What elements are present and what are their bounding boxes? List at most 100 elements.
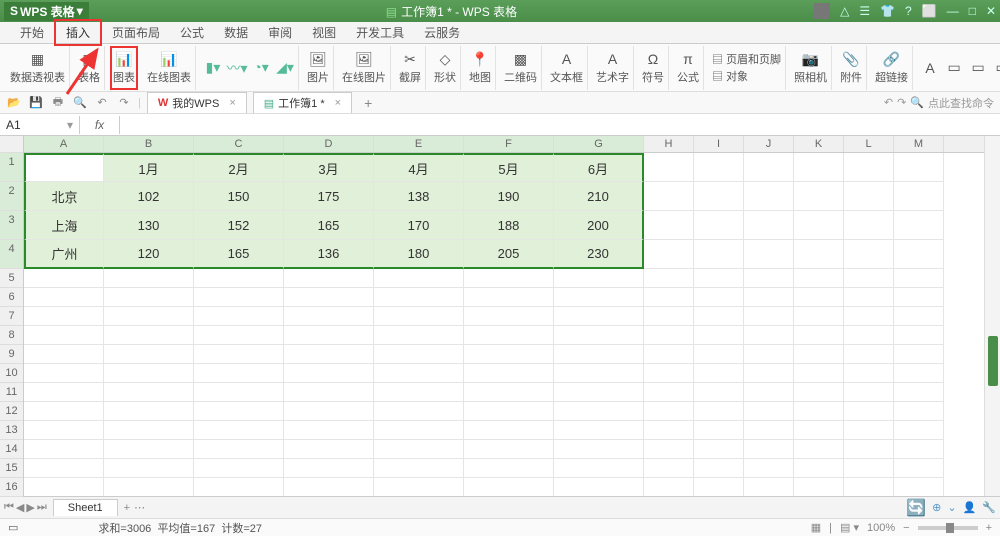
cell[interactable] [694, 240, 744, 269]
sheet-menu-icon[interactable]: ⋯ [134, 501, 145, 514]
cell[interactable] [744, 459, 794, 478]
cell[interactable] [644, 383, 694, 402]
cell[interactable] [744, 182, 794, 211]
cell[interactable] [894, 459, 944, 478]
cell[interactable] [554, 364, 644, 383]
cell[interactable] [794, 383, 844, 402]
cell[interactable] [844, 345, 894, 364]
row-header[interactable]: 10 [0, 364, 23, 383]
help-icon[interactable]: ? [905, 4, 912, 18]
cell[interactable] [24, 153, 104, 182]
form-a-icon[interactable]: A [921, 59, 939, 77]
cell[interactable] [24, 326, 104, 345]
cell[interactable]: 3月 [284, 153, 374, 182]
cell[interactable] [24, 269, 104, 288]
cell[interactable] [794, 288, 844, 307]
cell[interactable] [194, 288, 284, 307]
cell[interactable] [644, 421, 694, 440]
cell[interactable] [104, 288, 194, 307]
cell[interactable] [24, 383, 104, 402]
minimize-button[interactable]: — [947, 4, 959, 18]
cell[interactable] [284, 345, 374, 364]
row-header[interactable]: 1 [0, 153, 23, 182]
cell[interactable]: 170 [374, 211, 464, 240]
row-header[interactable]: 8 [0, 326, 23, 345]
cell[interactable] [794, 345, 844, 364]
cell[interactable] [694, 364, 744, 383]
cell[interactable] [464, 478, 554, 496]
close-button[interactable]: ✕ [986, 4, 996, 18]
cell[interactable] [554, 459, 644, 478]
cell[interactable] [894, 440, 944, 459]
cell[interactable] [104, 307, 194, 326]
cell[interactable]: 165 [194, 240, 284, 269]
col-header[interactable]: K [794, 136, 844, 152]
name-box[interactable]: A1▾ [0, 116, 80, 134]
form-label-icon[interactable]: ▭ [945, 59, 963, 77]
cell[interactable] [554, 288, 644, 307]
app-logo[interactable]: S WPS 表格 ▾ [4, 2, 89, 21]
save-icon[interactable]: 💾 [28, 95, 44, 111]
cell[interactable] [694, 182, 744, 211]
cell[interactable]: 2月 [194, 153, 284, 182]
cell[interactable] [194, 383, 284, 402]
cell[interactable]: 205 [464, 240, 554, 269]
cell[interactable] [694, 326, 744, 345]
cell[interactable] [374, 402, 464, 421]
cell[interactable] [744, 440, 794, 459]
cell[interactable] [644, 182, 694, 211]
cell[interactable] [844, 383, 894, 402]
cell[interactable] [694, 211, 744, 240]
cell[interactable] [374, 326, 464, 345]
cell[interactable] [104, 459, 194, 478]
menu-tab-6[interactable]: 视图 [302, 21, 346, 44]
cell[interactable] [744, 307, 794, 326]
redo-icon[interactable]: ↷ [116, 95, 132, 111]
cell[interactable] [554, 402, 644, 421]
cell[interactable] [794, 307, 844, 326]
cell[interactable] [464, 326, 554, 345]
cell[interactable] [894, 421, 944, 440]
cell[interactable] [284, 364, 374, 383]
cell[interactable]: 210 [554, 182, 644, 211]
menu-tab-8[interactable]: 云服务 [414, 21, 470, 44]
cell[interactable] [644, 459, 694, 478]
menu-tab-1[interactable]: 插入 [54, 19, 102, 46]
row-header[interactable]: 6 [0, 288, 23, 307]
symbol-group[interactable]: Ω符号 [638, 46, 669, 90]
cell[interactable]: 190 [464, 182, 554, 211]
cell[interactable] [794, 421, 844, 440]
cell[interactable] [744, 240, 794, 269]
cell[interactable]: 152 [194, 211, 284, 240]
cell[interactable] [374, 383, 464, 402]
header-footer-btn[interactable]: ▤ 页眉和页脚 [712, 51, 781, 67]
cell[interactable] [844, 153, 894, 182]
col-header[interactable]: L [844, 136, 894, 152]
add-sheet-button[interactable]: + [124, 502, 130, 514]
cell[interactable] [894, 182, 944, 211]
cell[interactable] [894, 211, 944, 240]
cell[interactable] [374, 421, 464, 440]
cell[interactable] [24, 307, 104, 326]
cell[interactable] [694, 288, 744, 307]
cell[interactable] [844, 240, 894, 269]
cell[interactable] [744, 153, 794, 182]
cell[interactable] [464, 269, 554, 288]
bar-icon[interactable]: ▮▾ [204, 59, 222, 77]
row-header[interactable]: 11 [0, 383, 23, 402]
view-normal-icon[interactable]: ▦ [811, 521, 821, 534]
cell[interactable] [744, 421, 794, 440]
mywps-tab[interactable]: W我的WPS× [147, 92, 247, 113]
form-button-icon[interactable]: ▭ [993, 59, 1000, 77]
cell[interactable] [894, 402, 944, 421]
cell[interactable] [644, 288, 694, 307]
col-header[interactable]: I [694, 136, 744, 152]
form-icons[interactable]: A ▭ ▭ ▭ [917, 46, 1000, 90]
cell[interactable] [284, 440, 374, 459]
cell[interactable] [104, 402, 194, 421]
row-header[interactable]: 13 [0, 421, 23, 440]
cell[interactable] [284, 326, 374, 345]
row-header[interactable]: 14 [0, 440, 23, 459]
cell[interactable] [374, 478, 464, 496]
row-header[interactable]: 7 [0, 307, 23, 326]
